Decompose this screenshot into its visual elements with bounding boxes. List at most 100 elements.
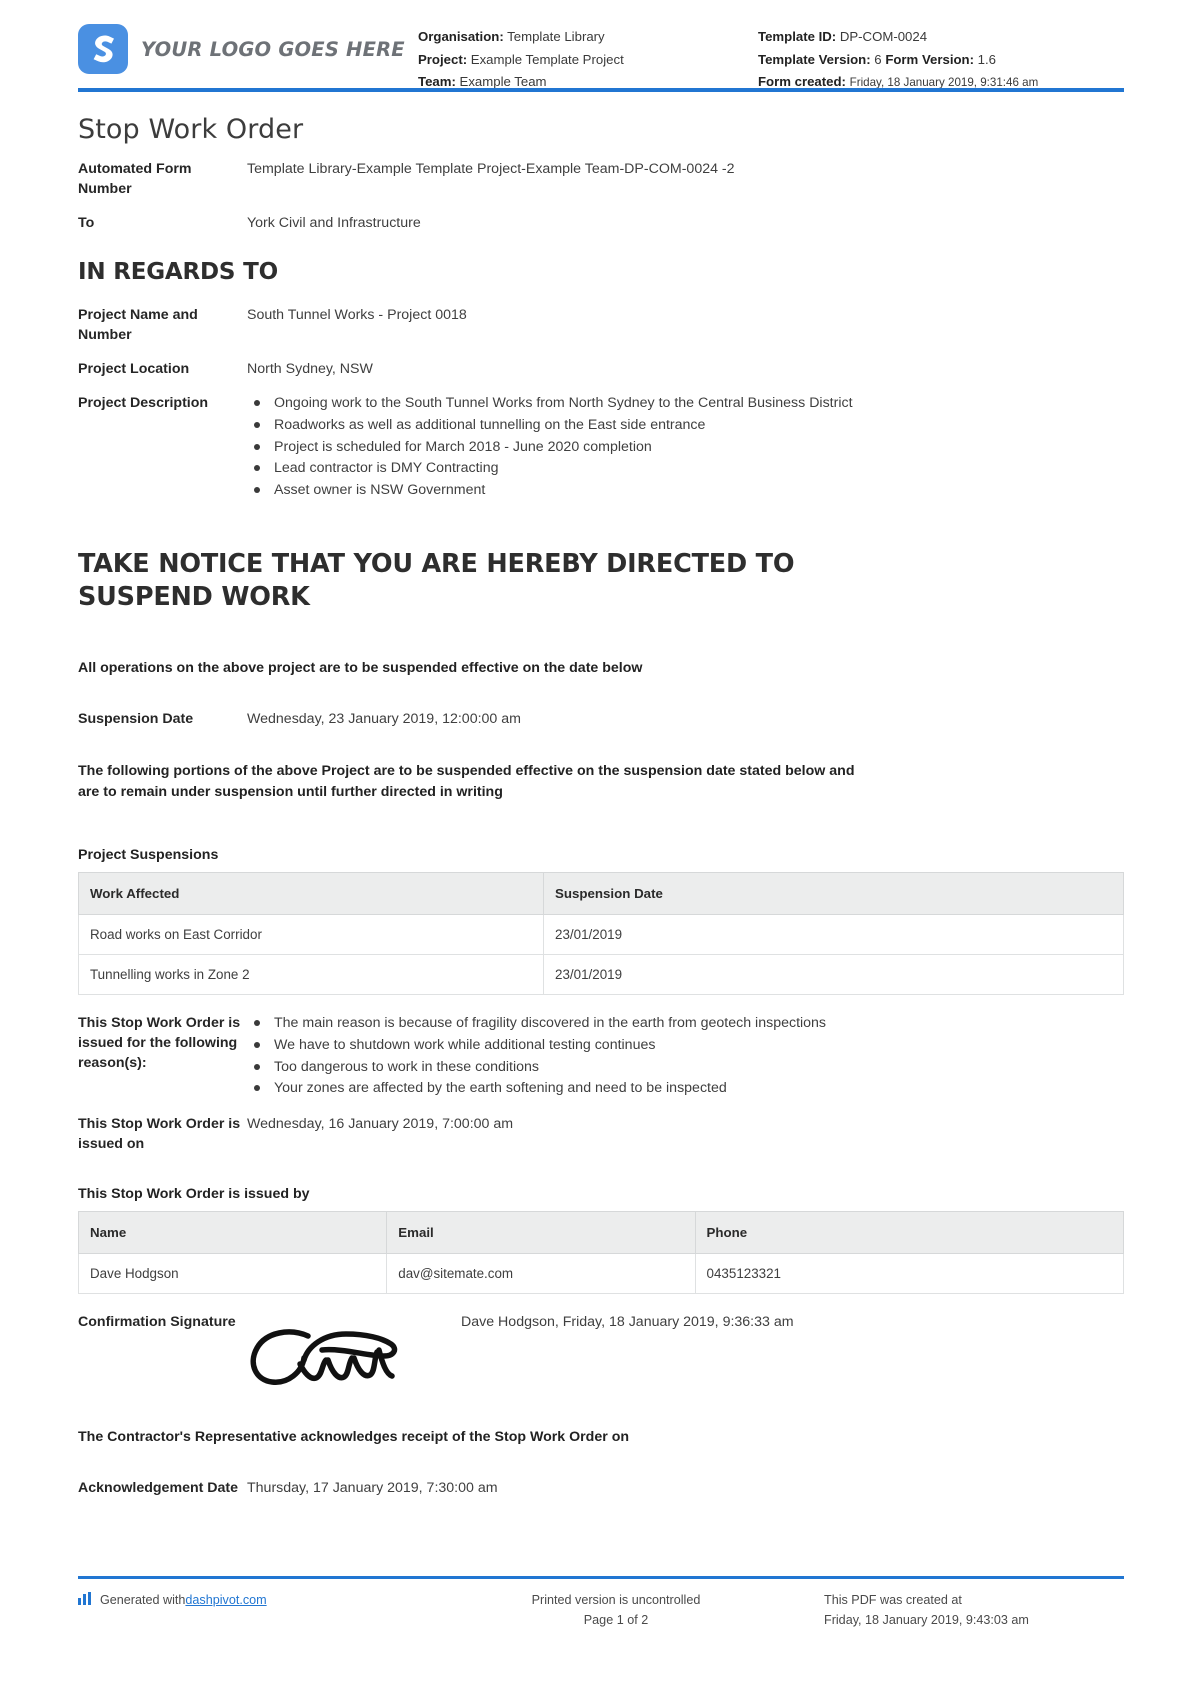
portions-statement: The following portions of the above Proj… (78, 762, 855, 800)
list-item: Ongoing work to the South Tunnel Works f… (246, 393, 1124, 414)
project-location-label: Project Location (78, 361, 190, 377)
project-description-row: Project Description Ongoing work to the … (78, 393, 1124, 502)
logo-text: YOUR LOGO GOES HERE (141, 37, 405, 61)
document-header: YOUR LOGO GOES HERE Organisation: Templa… (0, 0, 1202, 92)
header-meta-right: Template ID: DP-COM-0024 Template Versio… (758, 16, 1124, 95)
project-description-list: Ongoing work to the South Tunnel Works f… (246, 393, 1124, 501)
footer-created-timestamp: Friday, 18 January 2019, 9:43:03 am (824, 1613, 1029, 1627)
issued-by-table: Name Email Phone Dave Hodgson dav@sitema… (77, 1211, 1125, 1295)
list-item: Project is scheduled for March 2018 - Ju… (246, 437, 1124, 458)
to-row: To York Civil and Infrastructure (78, 213, 1124, 233)
suspension-statement: All operations on the above project are … (78, 659, 643, 676)
footer-created-label: This PDF was created at (824, 1593, 962, 1607)
project-name-label: Project Name and Number (78, 307, 198, 343)
template-version-label: Template Version: (758, 51, 871, 67)
project-name-value: South Tunnel Works - Project 0018 (247, 307, 467, 323)
column-header-phone: Phone (694, 1211, 1125, 1255)
dashpivot-link[interactable]: dashpivot.com (185, 1590, 266, 1610)
organisation-value: Template Library (507, 29, 605, 44)
list-item: Asset owner is NSW Government (246, 480, 1124, 501)
confirmation-signature-label: Confirmation Signature (78, 1314, 236, 1331)
dashpivot-logo-icon (78, 1592, 93, 1605)
footer-generated-with: Generated with dashpivot.com (78, 1590, 408, 1630)
template-id-value: DP-COM-0024 (839, 29, 928, 44)
footer-generated-label: Generated with (100, 1593, 186, 1607)
project-suspensions-table: Work Affected Suspension Date Road works… (77, 871, 1124, 995)
template-id-label: Template ID: (758, 29, 837, 44)
reasons-list: The main reason is because of fragility … (246, 1013, 1124, 1099)
project-description-label: Project Description (78, 395, 209, 411)
project-location-value: North Sydney, NSW (247, 361, 373, 377)
in-regards-to-heading: IN REGARDS TO (78, 259, 278, 285)
list-item: Roadworks as well as additional tunnelli… (246, 415, 1124, 436)
project-name-row: Project Name and Number South Tunnel Wor… (78, 305, 1124, 345)
project-label: Project: (418, 51, 468, 67)
form-created-label: Form created: (758, 74, 846, 89)
list-item: The main reason is because of fragility … (246, 1013, 1124, 1034)
reasons-row: This Stop Work Order is issued for the f… (78, 1013, 1124, 1100)
column-header-work-affected: Work Affected (77, 871, 545, 915)
cell-work-affected: Tunnelling works in Zone 2 (77, 953, 545, 995)
automated-form-number-row: Automated Form Number Template Library-E… (78, 159, 1124, 199)
acknowledgement-date-value: Thursday, 17 January 2019, 7:30:00 am (247, 1480, 498, 1497)
list-item: Lead contractor is DMY Contracting (246, 458, 1124, 479)
form-version-label: Form Version: (885, 51, 974, 67)
suspension-date-label: Suspension Date (78, 710, 194, 727)
signature-image (246, 1312, 461, 1397)
take-notice-heading: TAKE NOTICE THAT YOU ARE HEREBY DIRECTED… (78, 548, 795, 612)
column-header-suspension-date: Suspension Date (543, 871, 1124, 915)
table-row: Tunnelling works in Zone 2 23/01/2019 (77, 953, 1124, 995)
template-id-row: Template ID: DP-COM-0024 (758, 26, 1124, 49)
header-meta-left: Organisation: Template Library Project: … (418, 16, 758, 94)
column-header-name: Name (77, 1211, 388, 1255)
document-body: Stop Work Order Automated Form Number Te… (0, 114, 1202, 1498)
table-row: Dave Hodgson dav@sitemate.com 0435123321 (77, 1253, 1125, 1295)
confirmation-signature-row: Confirmation Signature Dave Hodgson, Fri… (78, 1312, 1124, 1397)
acknowledgement-date-row: Acknowledgement Date Thursday, 17 Januar… (78, 1478, 1124, 1498)
issued-on-row: This Stop Work Order is issued on Wednes… (78, 1114, 1124, 1154)
list-item: We have to shutdown work while additiona… (246, 1035, 1124, 1056)
company-logo-icon (78, 24, 128, 74)
reasons-value: The main reason is because of fragility … (246, 1013, 1124, 1100)
cell-email: dav@sitemate.com (386, 1253, 696, 1295)
footer-divider (78, 1576, 1124, 1579)
footer-page-number: Page 1 of 2 (583, 1613, 649, 1627)
automated-form-number-value: Template Library-Example Template Projec… (247, 161, 735, 177)
list-item: Too dangerous to work in these condition… (246, 1057, 1124, 1078)
organisation-label: Organisation: (418, 29, 504, 44)
column-header-email: Email (386, 1211, 696, 1255)
suspension-date-value: Wednesday, 23 January 2019, 12:00:00 am (247, 710, 521, 727)
cell-phone: 0435123321 (694, 1253, 1125, 1295)
suspension-date-row: Suspension Date Wednesday, 23 January 20… (78, 709, 1124, 729)
document-page: YOUR LOGO GOES HERE Organisation: Templa… (0, 0, 1202, 1701)
suspensions-table-caption: Project Suspensions (78, 846, 219, 863)
footer-uncontrolled-text: Printed version is uncontrolled (531, 1593, 701, 1607)
organisation-row: Organisation: Template Library (418, 26, 758, 49)
team-value: Example Team (459, 74, 547, 89)
issued-by-caption: This Stop Work Order is issued by (78, 1186, 310, 1203)
list-item: Your zones are affected by the earth sof… (246, 1078, 1124, 1099)
header-divider (78, 88, 1124, 92)
cell-work-affected: Road works on East Corridor (77, 913, 545, 955)
reasons-label: This Stop Work Order is issued for the f… (78, 1014, 241, 1071)
issued-on-label: This Stop Work Order is issued on (78, 1116, 241, 1153)
version-row: Template Version: 6 Form Version: 1.6 (758, 49, 1124, 72)
to-value: York Civil and Infrastructure (247, 215, 421, 231)
acknowledgement-date-label: Acknowledgement Date (78, 1480, 239, 1497)
cell-suspension-date: 23/01/2019 (543, 953, 1124, 995)
cell-name: Dave Hodgson (77, 1253, 388, 1295)
automated-form-number-label: Automated Form Number (78, 161, 192, 197)
signature-signed-by: Dave Hodgson, Friday, 18 January 2019, 9… (461, 1314, 794, 1331)
acknowledgement-statement: The Contractor's Representative acknowle… (78, 1429, 630, 1446)
table-row: Road works on East Corridor 23/01/2019 (77, 913, 1124, 955)
project-location-row: Project Location North Sydney, NSW (78, 359, 1124, 379)
template-version-value: 6 (874, 51, 882, 67)
form-version-value: 1.6 (977, 51, 996, 67)
to-label: To (78, 215, 95, 231)
footer-print-notice: Printed version is uncontrolled Page 1 o… (408, 1590, 824, 1630)
footer-created-at: This PDF was created at Friday, 18 Janua… (824, 1590, 1124, 1630)
logo-block: YOUR LOGO GOES HERE (78, 16, 418, 74)
team-label: Team: (418, 74, 456, 89)
document-footer: Generated with dashpivot.com Printed ver… (78, 1590, 1124, 1630)
issued-on-value: Wednesday, 16 January 2019, 7:00:00 am (247, 1116, 514, 1133)
